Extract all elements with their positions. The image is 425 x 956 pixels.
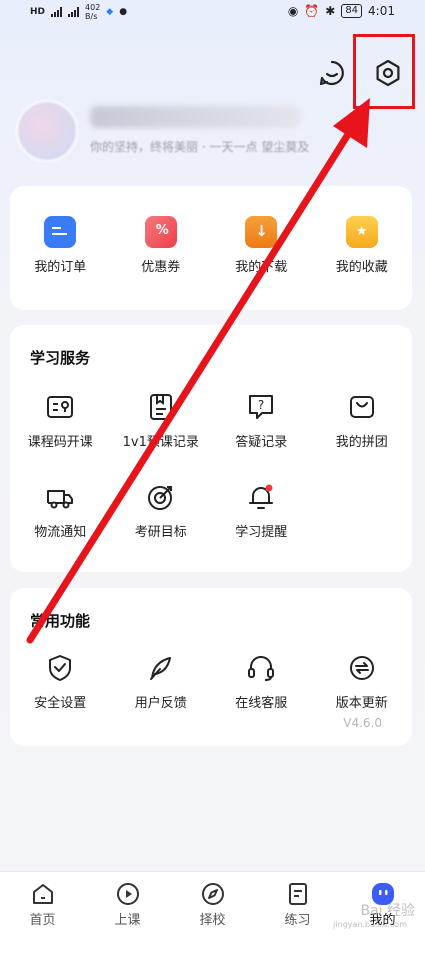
hd-signal-1: HD [30,7,46,17]
svg-text:?: ? [258,398,264,412]
security-settings-button[interactable]: 安全设置 [10,652,111,711]
net-speed-unit: B/s [85,12,98,21]
orders-card: 我的订单 % 优惠券 ↓ 我的下载 ★ 我的收藏 [10,186,412,310]
profile-motto: 你的坚持，终将美丽 · 一天一点 望尘莫及 [90,140,310,154]
download-icon: ↓ [245,216,278,248]
status-left: HD 402 B/s ◆ ● [30,3,127,21]
play-icon [116,883,139,905]
common-functions-title: 常用功能 [30,612,91,630]
battery-indicator: 84 [341,4,363,18]
common-functions-card: 常用功能 安全设置 用户反馈 在线客服 版本更新 V4.6.0 [10,588,412,746]
tab-class[interactable]: 上课 [85,872,170,934]
exam-goal-button[interactable]: 考研目标 [111,481,212,540]
course-code-icon [47,396,74,418]
headset-icon [248,656,275,681]
group-buy-button[interactable]: 我的拼团 [312,391,413,450]
net-speed: 402 B/s [85,3,100,21]
study-reminder-label: 学习提醒 [235,525,288,540]
delivery-truck-icon [47,490,74,509]
coupon-icon: % [144,216,177,248]
my-downloads-label: 我的下载 [235,260,288,275]
exam-goal-label: 考研目标 [134,525,187,540]
refresh-icon [349,656,374,680]
signal-bars-icon [51,7,63,17]
bluetooth-icon: ✱ [325,4,336,18]
version-update-button[interactable]: 版本更新 [312,652,413,711]
tab-home[interactable]: 首页 [0,872,85,934]
my-orders-label: 我的订单 [34,260,87,275]
bell-icon [249,484,274,509]
watermark-url: jingyan.baidu.com [333,920,407,929]
qa-icon: ? [249,395,274,419]
qa-record-button[interactable]: ? 答疑记录 [211,391,312,450]
tab-practice[interactable]: 练习 [255,872,340,934]
one-on-one-record-button[interactable]: 1v1预课记录 [111,391,212,450]
study-services-card: 学习服务 课程码开课 1v1预课记录 ? 答疑记录 我的拼团 物流通知 考研目标… [10,325,412,572]
online-service-label: 在线客服 [235,696,288,711]
logistics-notice-label: 物流通知 [34,525,87,540]
group-buy-label: 我的拼团 [335,435,388,450]
app-version: V4.6.0 [343,716,382,730]
shield-icon [49,655,72,681]
study-reminder-button[interactable]: 学习提醒 [211,481,312,540]
online-service-button[interactable]: 在线客服 [211,652,312,711]
message-status-icon: ● [119,7,128,17]
empty-cell [312,481,413,540]
feather-icon [149,657,171,680]
status-right: ◉ ⏰ ✱ 84 4:01 [288,4,395,18]
profile-header[interactable]: 你的坚持，终将美丽 · 一天一点 望尘莫及 [14,98,354,162]
order-icon [44,216,77,248]
eye-icon: ◉ [287,4,299,18]
course-code-label: 课程码开课 [27,435,93,450]
user-feedback-button[interactable]: 用户反馈 [111,652,212,711]
status-bar: HD 402 B/s ◆ ● ◉ ⏰ ✱ 84 4:01 [0,0,425,26]
tab-class-label: 上课 [114,913,141,928]
chat-face-icon [319,60,344,86]
username-blurred [90,106,300,128]
security-settings-label: 安全设置 [34,696,87,711]
my-favorites-label: 我的收藏 [335,260,388,275]
version-update-label: 版本更新 [335,696,388,711]
watermark: Bai 经验 [360,903,415,919]
logistics-notice-button[interactable]: 物流通知 [10,481,111,540]
net-speed-value: 402 [85,3,101,12]
my-downloads-button[interactable]: ↓ 我的下载 [211,216,312,275]
favorite-icon: ★ [345,216,378,248]
alarm-icon: ⏰ [304,4,320,18]
group-buy-icon [349,396,374,418]
tab-practice-label: 练习 [284,913,311,928]
one-on-one-record-label: 1v1预课记录 [122,435,199,450]
qa-record-label: 答疑记录 [235,435,288,450]
my-favorites-button[interactable]: ★ 我的收藏 [312,216,413,275]
my-orders-button[interactable]: 我的订单 [10,216,111,275]
course-code-button[interactable]: 课程码开课 [10,391,111,450]
study-services-title: 学习服务 [30,349,91,367]
record-icon [149,394,172,420]
shield-status-icon: ◆ [106,7,114,17]
annotation-highlight-box [353,34,415,109]
avatar[interactable] [16,100,78,162]
user-feedback-label: 用户反馈 [134,696,187,711]
clock: 4:01 [368,4,395,18]
coupons-label: 优惠券 [141,260,181,275]
document-icon [288,883,307,905]
tab-school[interactable]: 择校 [170,872,255,934]
tab-home-label: 首页 [29,913,56,928]
coupons-button[interactable]: % 优惠券 [111,216,212,275]
tab-school-label: 择校 [199,913,226,928]
signal-bars-icon-2 [68,7,80,17]
home-indicator-area [0,933,425,956]
home-icon [32,884,53,904]
compass-icon [201,883,224,905]
customer-service-button[interactable] [315,56,349,90]
target-icon [147,486,172,510]
